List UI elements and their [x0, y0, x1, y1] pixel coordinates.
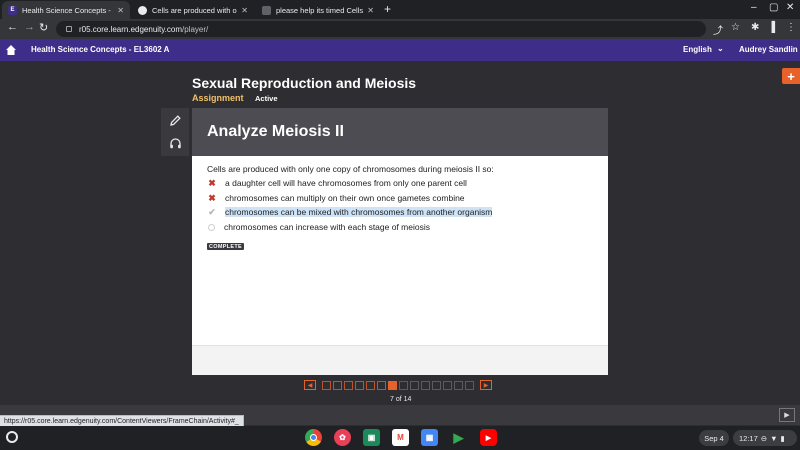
art-app-icon[interactable]: ✿ — [334, 429, 351, 446]
address-bar[interactable]: r05.core.learn.edgenuity.com/player/ — [56, 21, 706, 37]
checkmark-icon: ✔ — [208, 206, 216, 217]
page-box-4[interactable] — [355, 380, 364, 390]
gmail-app-icon[interactable]: M — [392, 429, 409, 446]
page-navigation: ◀ ▶ — [304, 380, 492, 390]
lock-icon — [66, 26, 72, 32]
page-box-10[interactable] — [421, 380, 430, 390]
page-box-9[interactable] — [410, 380, 419, 390]
close-window-icon[interactable]: ✕ — [786, 2, 794, 13]
launcher-icon[interactable] — [6, 431, 18, 443]
activity-card: Analyze Meiosis II Cells are produced wi… — [192, 108, 608, 375]
audio-button[interactable] — [161, 132, 189, 155]
forward-icon[interactable]: → — [24, 21, 35, 33]
calendar-app-icon[interactable]: ▦ — [421, 429, 438, 446]
page-box-1[interactable] — [322, 380, 331, 390]
site-header: Health Science Concepts - EL3602 A Engli… — [0, 39, 800, 61]
assignment-label: Assignment — [192, 93, 244, 103]
google-favicon-icon — [138, 5, 147, 15]
close-tab-icon[interactable]: ✕ — [367, 6, 374, 15]
close-tab-icon[interactable]: ✕ — [117, 6, 124, 15]
new-tab-button[interactable]: + — [384, 2, 391, 16]
link-status-url: https://r05.core.learn.edgenuity.com/Con… — [0, 415, 244, 426]
page-box-12[interactable] — [443, 380, 452, 390]
reload-icon[interactable]: ↻ — [39, 21, 48, 34]
browser-tab-1[interactable]: E Health Science Concepts - EL3602 ✕ — [2, 1, 130, 19]
page-count: 7 of 14 — [390, 396, 412, 403]
date-tray[interactable]: Sep 4 — [699, 430, 729, 446]
activity-header: Analyze Meiosis II — [192, 108, 608, 156]
page-box-8[interactable] — [399, 380, 408, 390]
close-tab-icon[interactable]: ✕ — [241, 6, 248, 15]
battery-icon: ▮ — [780, 433, 785, 443]
lesson-title: Sexual Reproduction and Meiosis — [192, 75, 417, 91]
menu-kebab-icon[interactable]: ⋮ — [786, 22, 796, 33]
page-box-13[interactable] — [454, 380, 463, 390]
status-badge: Active — [255, 94, 278, 103]
share-icon[interactable]: ⤴ — [713, 22, 723, 37]
browser-toolbar: ← → ↻ r05.core.learn.edgenuity.com/playe… — [0, 19, 800, 39]
answer-option-3[interactable]: ✔ chromosomes can be mixed with chromoso… — [207, 206, 493, 218]
back-icon[interactable]: ← — [7, 21, 18, 33]
activity-footer — [192, 345, 608, 375]
user-name[interactable]: Audrey Sandlin — [739, 45, 798, 54]
answer-option-4[interactable]: chromosomes can increase with each stage… — [207, 221, 430, 233]
home-icon[interactable] — [5, 44, 17, 56]
pencil-icon — [169, 115, 181, 126]
page-box-11[interactable] — [432, 380, 441, 390]
activity-title: Analyze Meiosis II — [207, 123, 344, 140]
page-box-6[interactable] — [377, 380, 386, 390]
pencil-button[interactable] — [161, 109, 189, 132]
page-box-14[interactable] — [465, 380, 474, 390]
dnd-icon: ⊖ — [760, 433, 768, 443]
prev-page-button[interactable]: ◀ — [304, 380, 316, 390]
maximize-icon[interactable]: ▢ — [769, 2, 778, 13]
language-select[interactable]: English — [683, 45, 712, 54]
question-text: Cells are produced with only one copy of… — [207, 164, 494, 174]
course-title: Health Science Concepts - EL3602 A — [31, 45, 170, 54]
answer-option-1[interactable]: ✖ a daughter cell will have chromosomes … — [207, 177, 467, 189]
play-store-app-icon[interactable]: ▶ — [450, 429, 467, 446]
extensions-icon[interactable]: ✱ — [751, 22, 759, 33]
wifi-icon: ▼ — [770, 433, 778, 443]
bookmark-star-icon[interactable]: ☆ — [731, 22, 740, 33]
youtube-app-icon[interactable]: ▶ — [480, 429, 497, 446]
chrome-app-icon[interactable] — [305, 429, 322, 446]
page-box-3[interactable] — [344, 380, 353, 390]
chevron-down-icon[interactable]: ⌄ — [717, 44, 724, 53]
status-tray[interactable]: 12:17 ⊖ ▼ ▮ — [733, 430, 797, 446]
next-page-button[interactable]: ▶ — [480, 380, 492, 390]
page-box-7[interactable] — [388, 380, 397, 390]
browser-tab-2[interactable]: Cells are produced with only one ✕ — [132, 1, 254, 19]
page-boxes — [322, 380, 476, 390]
radio-empty-icon — [208, 223, 215, 231]
minimize-icon[interactable]: – — [751, 2, 757, 13]
tool-panel — [161, 108, 189, 156]
page-box-2[interactable] — [333, 380, 342, 390]
headphones-icon — [169, 138, 181, 149]
incorrect-x-icon: ✖ — [208, 177, 216, 188]
side-panel-icon[interactable]: ▐ — [768, 22, 775, 33]
classroom-app-icon[interactable]: ▣ — [363, 429, 380, 446]
incorrect-x-icon: ✖ — [208, 192, 216, 203]
browser-tab-strip: E Health Science Concepts - EL3602 ✕ Cel… — [0, 0, 800, 19]
brainly-favicon-icon — [262, 5, 271, 15]
complete-badge: COMPLETE — [207, 243, 244, 250]
browser-tab-3[interactable]: please help its timed Cells are p ✕ — [256, 1, 380, 19]
answer-option-2[interactable]: ✖ chromosomes can multiply on their own … — [207, 192, 464, 204]
next-activity-button[interactable]: ▶ — [779, 408, 795, 422]
page-box-5[interactable] — [366, 380, 375, 390]
edgenuity-favicon-icon: E — [8, 5, 17, 15]
add-note-button[interactable]: + — [782, 68, 800, 84]
